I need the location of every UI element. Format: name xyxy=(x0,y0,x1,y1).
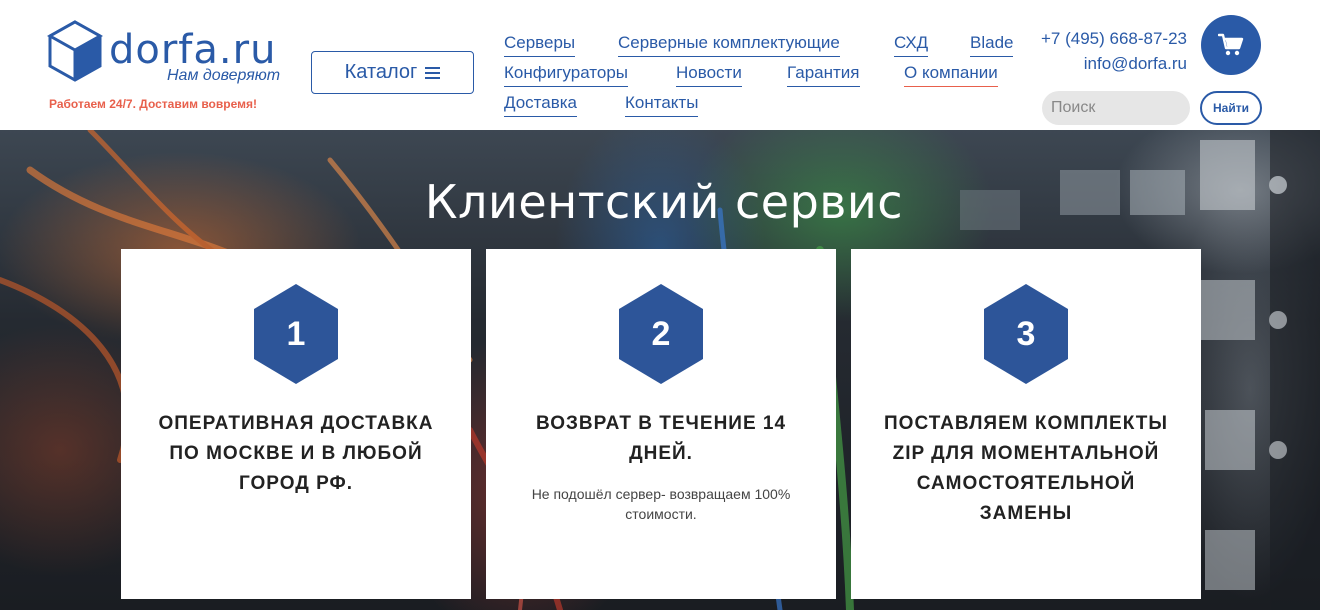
card-description: Не подошёл сервер- возвращаем 100% стоим… xyxy=(531,486,791,522)
nav-item-warranty[interactable]: Гарантия xyxy=(787,63,860,87)
search-input[interactable] xyxy=(1042,91,1190,125)
nav-item-about[interactable]: О компании xyxy=(904,63,998,87)
catalog-button[interactable]: Каталог xyxy=(311,51,474,94)
number-hexagon: 2 xyxy=(619,284,703,384)
cart-button[interactable] xyxy=(1201,15,1261,75)
nav-item-configurators[interactable]: Конфигураторы xyxy=(504,63,628,87)
cube-logo-icon xyxy=(47,20,103,82)
logo-text: dorfa.ru xyxy=(109,27,277,73)
nav-item-storage[interactable]: СХД xyxy=(894,33,929,57)
service-card: 2 Возврат в течение 14 дней. Не подошёл … xyxy=(486,249,836,599)
phone-link[interactable]: +7 (495) 668-87-23 xyxy=(1041,29,1187,49)
nav-item-server-components[interactable]: Серверные комплектующие xyxy=(618,33,840,57)
card-number: 2 xyxy=(651,315,671,353)
site-header: dorfa.ru Нам доверяют Работаем 24/7. Дос… xyxy=(0,0,1320,130)
card-number: 1 xyxy=(286,315,306,353)
number-hexagon: 3 xyxy=(984,284,1068,384)
card-number: 3 xyxy=(1016,315,1036,353)
nav-item-contacts[interactable]: Контакты xyxy=(625,93,699,117)
client-service-hero: Клиентский сервис 1 Оперативная доставка… xyxy=(0,130,1320,610)
shopping-cart-icon xyxy=(1218,33,1244,56)
search-button[interactable]: Найти xyxy=(1200,91,1262,125)
card-title: Поставляем комплекты ZIP для моментально… xyxy=(884,413,1168,524)
card-title: Оперативная доставка по Москве и в любой… xyxy=(158,413,434,494)
service-card: 3 Поставляем комплекты ZIP для моменталь… xyxy=(851,249,1201,599)
number-hexagon: 1 xyxy=(254,284,338,384)
card-title: Возврат в течение 14 дней. xyxy=(535,413,787,464)
catalog-button-label: Каталог xyxy=(344,61,418,83)
nav-item-delivery[interactable]: Доставка xyxy=(504,93,578,117)
logo-slogan: Нам доверяют xyxy=(167,67,281,84)
nav-item-blade[interactable]: Blade xyxy=(970,33,1014,57)
work-hours-text: Работаем 24/7. Доставим вовремя! xyxy=(49,97,257,111)
nav-item-servers[interactable]: Серверы xyxy=(504,33,576,57)
logo[interactable]: dorfa.ru Нам доверяют xyxy=(47,20,287,86)
hero-title: Клиентский сервис xyxy=(424,175,904,229)
service-card: 1 Оперативная доставка по Москве и в люб… xyxy=(121,249,471,599)
email-link[interactable]: info@dorfa.ru xyxy=(1084,54,1187,74)
hamburger-menu-icon xyxy=(425,66,441,79)
nav-item-news[interactable]: Новости xyxy=(676,63,742,87)
